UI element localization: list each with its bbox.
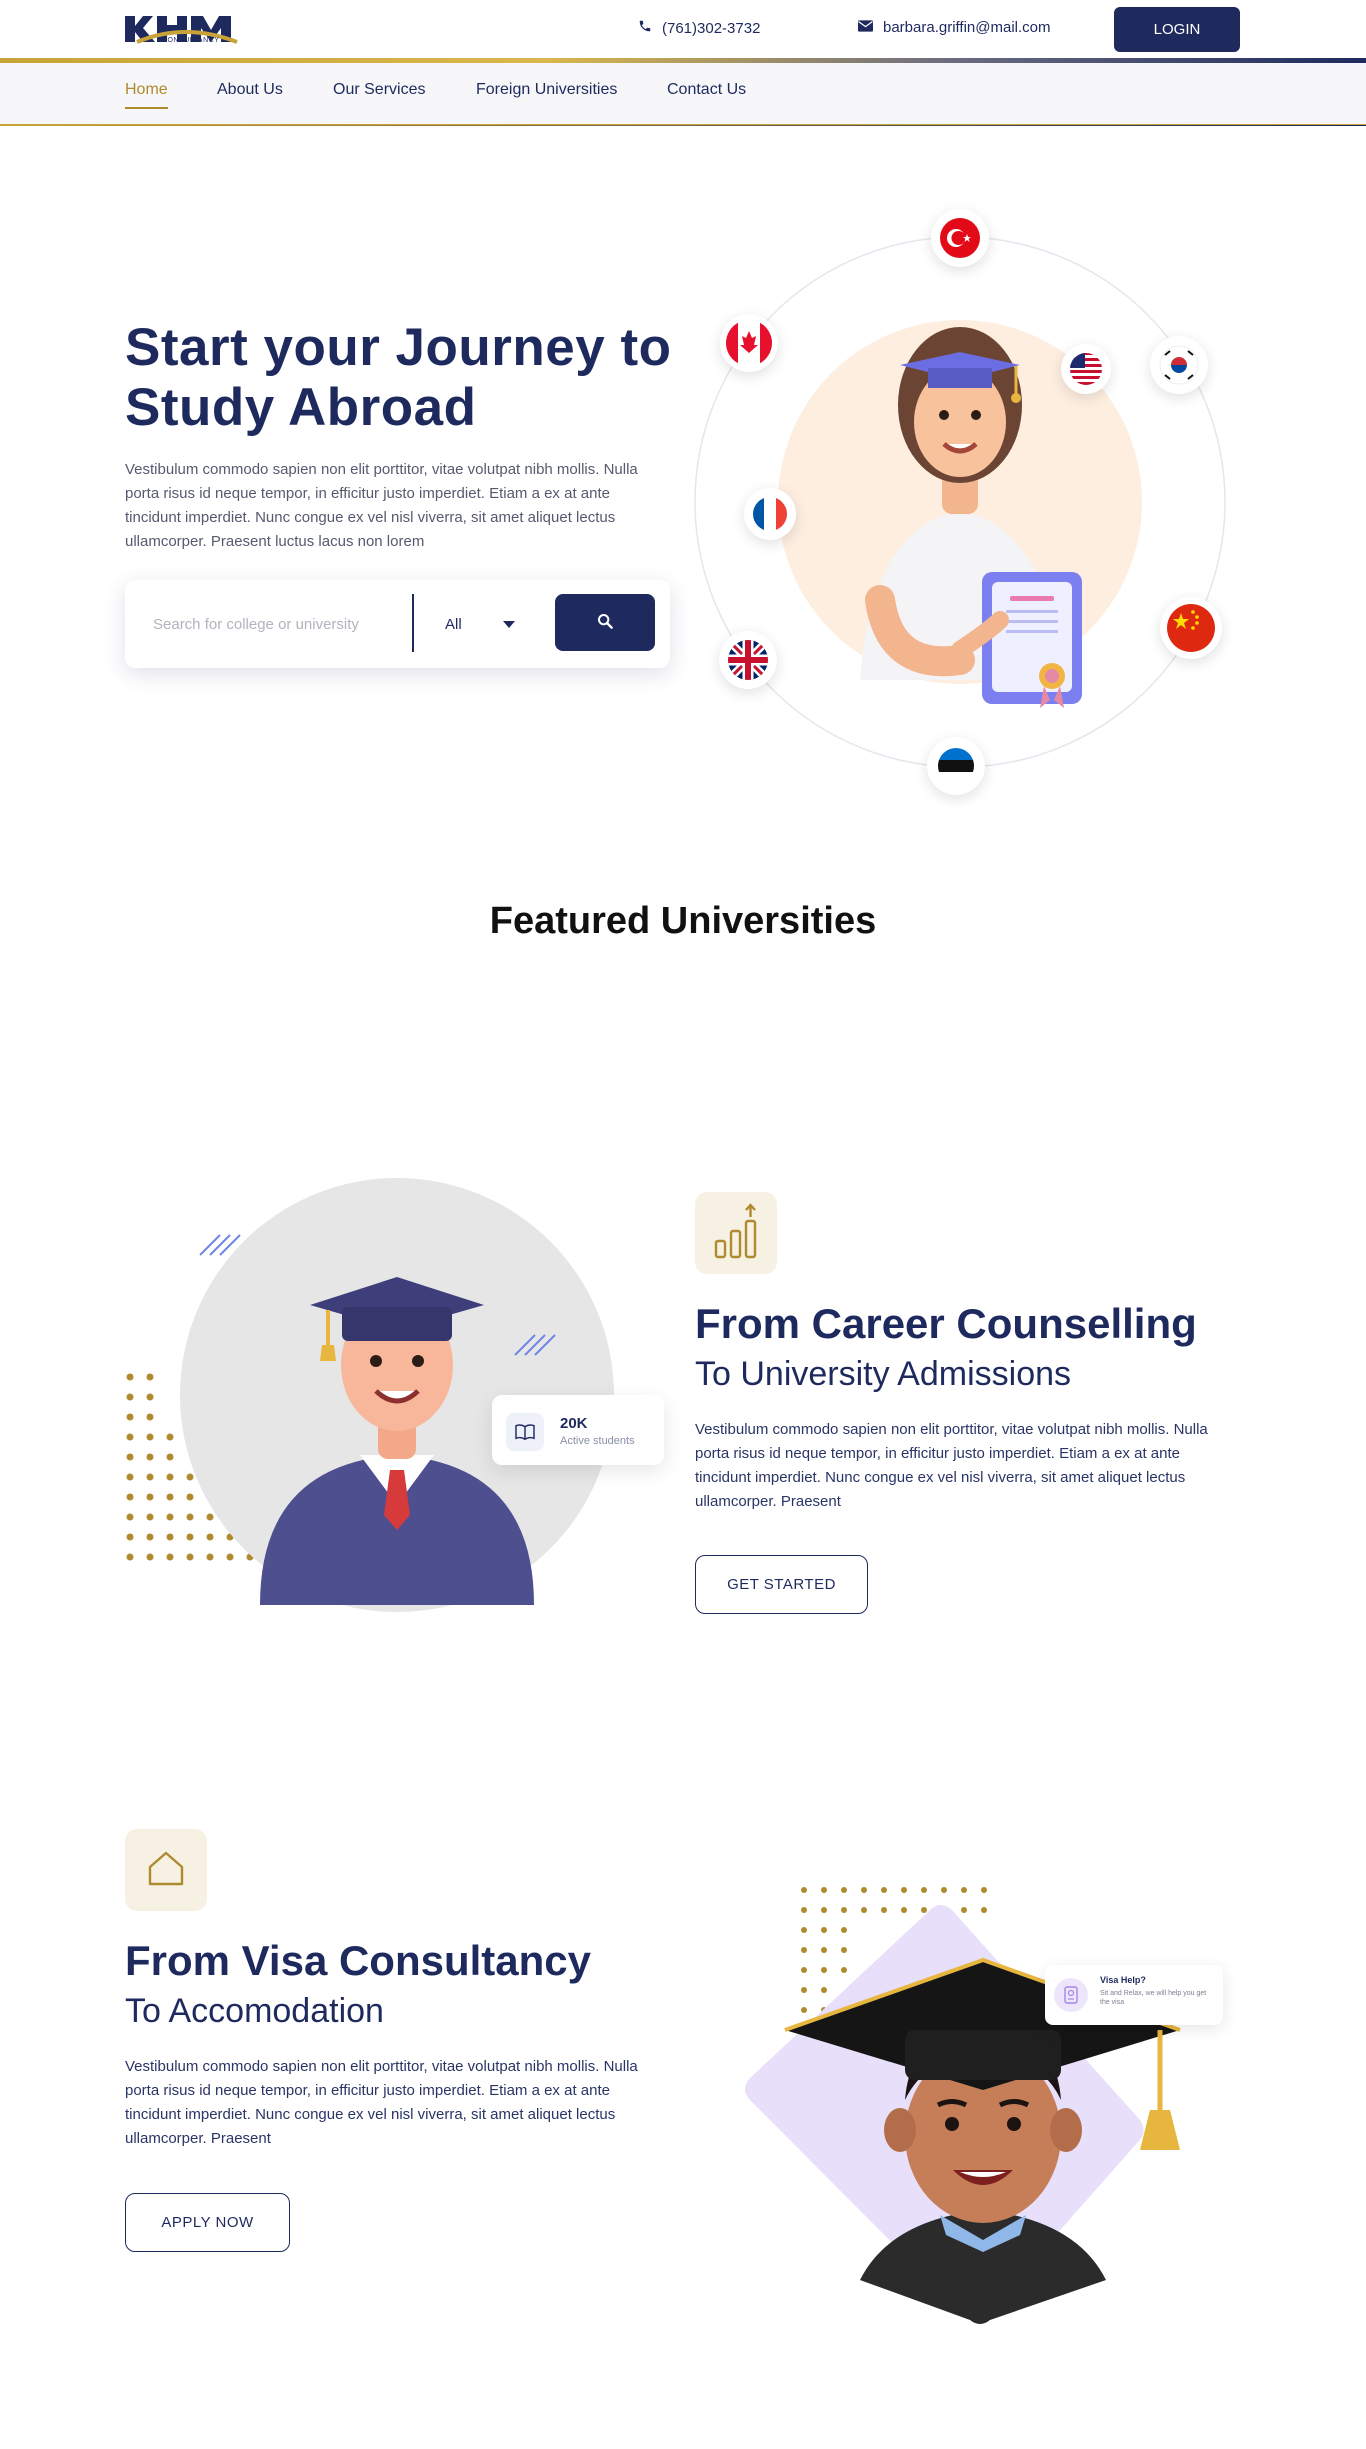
apply-now-button[interactable]: APPLY NOW <box>125 2193 290 2252</box>
nav-item-contact-us[interactable]: Contact Us <box>667 81 746 107</box>
turkey-flag-icon <box>931 209 989 267</box>
visa-icon-tile <box>125 1829 207 1911</box>
active-students-card: 20K Active students <box>492 1395 664 1465</box>
usa-flag-icon <box>1061 344 1111 394</box>
visa-illustration <box>740 1880 1260 2330</box>
career-icon-tile <box>695 1192 777 1274</box>
visa-help-card: Visa Help? Sit and Relax, we will help y… <box>1045 1965 1223 2025</box>
hero-description: Vestibulum commodo sapien non elit portt… <box>125 461 638 550</box>
visa-card-title: Visa Help? <box>1100 1975 1146 1985</box>
nav-item-home[interactable]: Home <box>125 81 168 109</box>
stat-value: 20K <box>560 1415 588 1432</box>
home-icon <box>146 1849 186 1892</box>
estonia-flag-icon <box>927 737 985 795</box>
nav-item-about-us[interactable]: About Us <box>217 81 283 107</box>
email-address: barbara.griffin@mail.com <box>883 19 1051 36</box>
get-started-button[interactable]: GET STARTED <box>695 1555 868 1614</box>
search-input[interactable] <box>153 608 363 640</box>
search-button[interactable] <box>555 594 655 651</box>
search-filter-select[interactable]: All <box>445 610 515 638</box>
nav-item-foreign-universities[interactable]: Foreign Universities <box>476 81 617 107</box>
phone-icon <box>638 19 652 37</box>
visa-description: Vestibulum commodo sapien non elit portt… <box>125 2058 638 2147</box>
top-bar: CONSULTANCY (761)302-3732 barbara.griffi… <box>0 0 1366 58</box>
book-icon <box>506 1413 544 1451</box>
phone-contact[interactable]: (761)302-3732 <box>638 19 760 37</box>
logo-subtitle: CONSULTANCY <box>162 37 220 44</box>
career-subtitle: To University Admissions <box>695 1355 1072 1393</box>
search-icon <box>597 613 613 632</box>
nav-item-our-services[interactable]: Our Services <box>333 81 425 107</box>
phone-number: (761)302-3732 <box>662 19 761 37</box>
bar-chart-growth-icon <box>713 1202 759 1264</box>
main-navigation: Home About Us Our Services Foreign Unive… <box>0 63 1366 126</box>
visa-title: From Visa Consultancy <box>125 1937 592 1984</box>
search-divider <box>412 594 414 652</box>
france-flag-icon <box>744 488 796 540</box>
hero-title: Start your Journey to Study Abroad <box>125 318 672 437</box>
visa-subtitle: To Accomodation <box>125 1992 384 2030</box>
passport-icon <box>1054 1978 1088 2012</box>
stat-label: Active students <box>560 1435 635 1447</box>
email-contact[interactable]: barbara.griffin@mail.com <box>858 19 1051 36</box>
south-korea-flag-icon <box>1150 336 1208 394</box>
search-filter-value: All <box>445 615 462 633</box>
login-button[interactable]: LOGIN <box>1114 7 1240 52</box>
career-title: From Career Counselling <box>695 1300 1197 1347</box>
united-kingdom-flag-icon <box>719 631 777 689</box>
visa-card-text: Sit and Relax, we will help you get the … <box>1100 1990 1207 2006</box>
hero-illustration <box>690 200 1250 810</box>
china-flag-icon <box>1160 597 1222 659</box>
featured-universities-title: Featured Universities <box>489 900 877 942</box>
career-description: Vestibulum commodo sapien non elit portt… <box>695 1421 1208 1510</box>
mail-icon <box>858 19 873 36</box>
caret-down-icon <box>503 620 515 628</box>
search-bar: All <box>125 580 670 668</box>
canada-flag-icon <box>720 314 778 372</box>
